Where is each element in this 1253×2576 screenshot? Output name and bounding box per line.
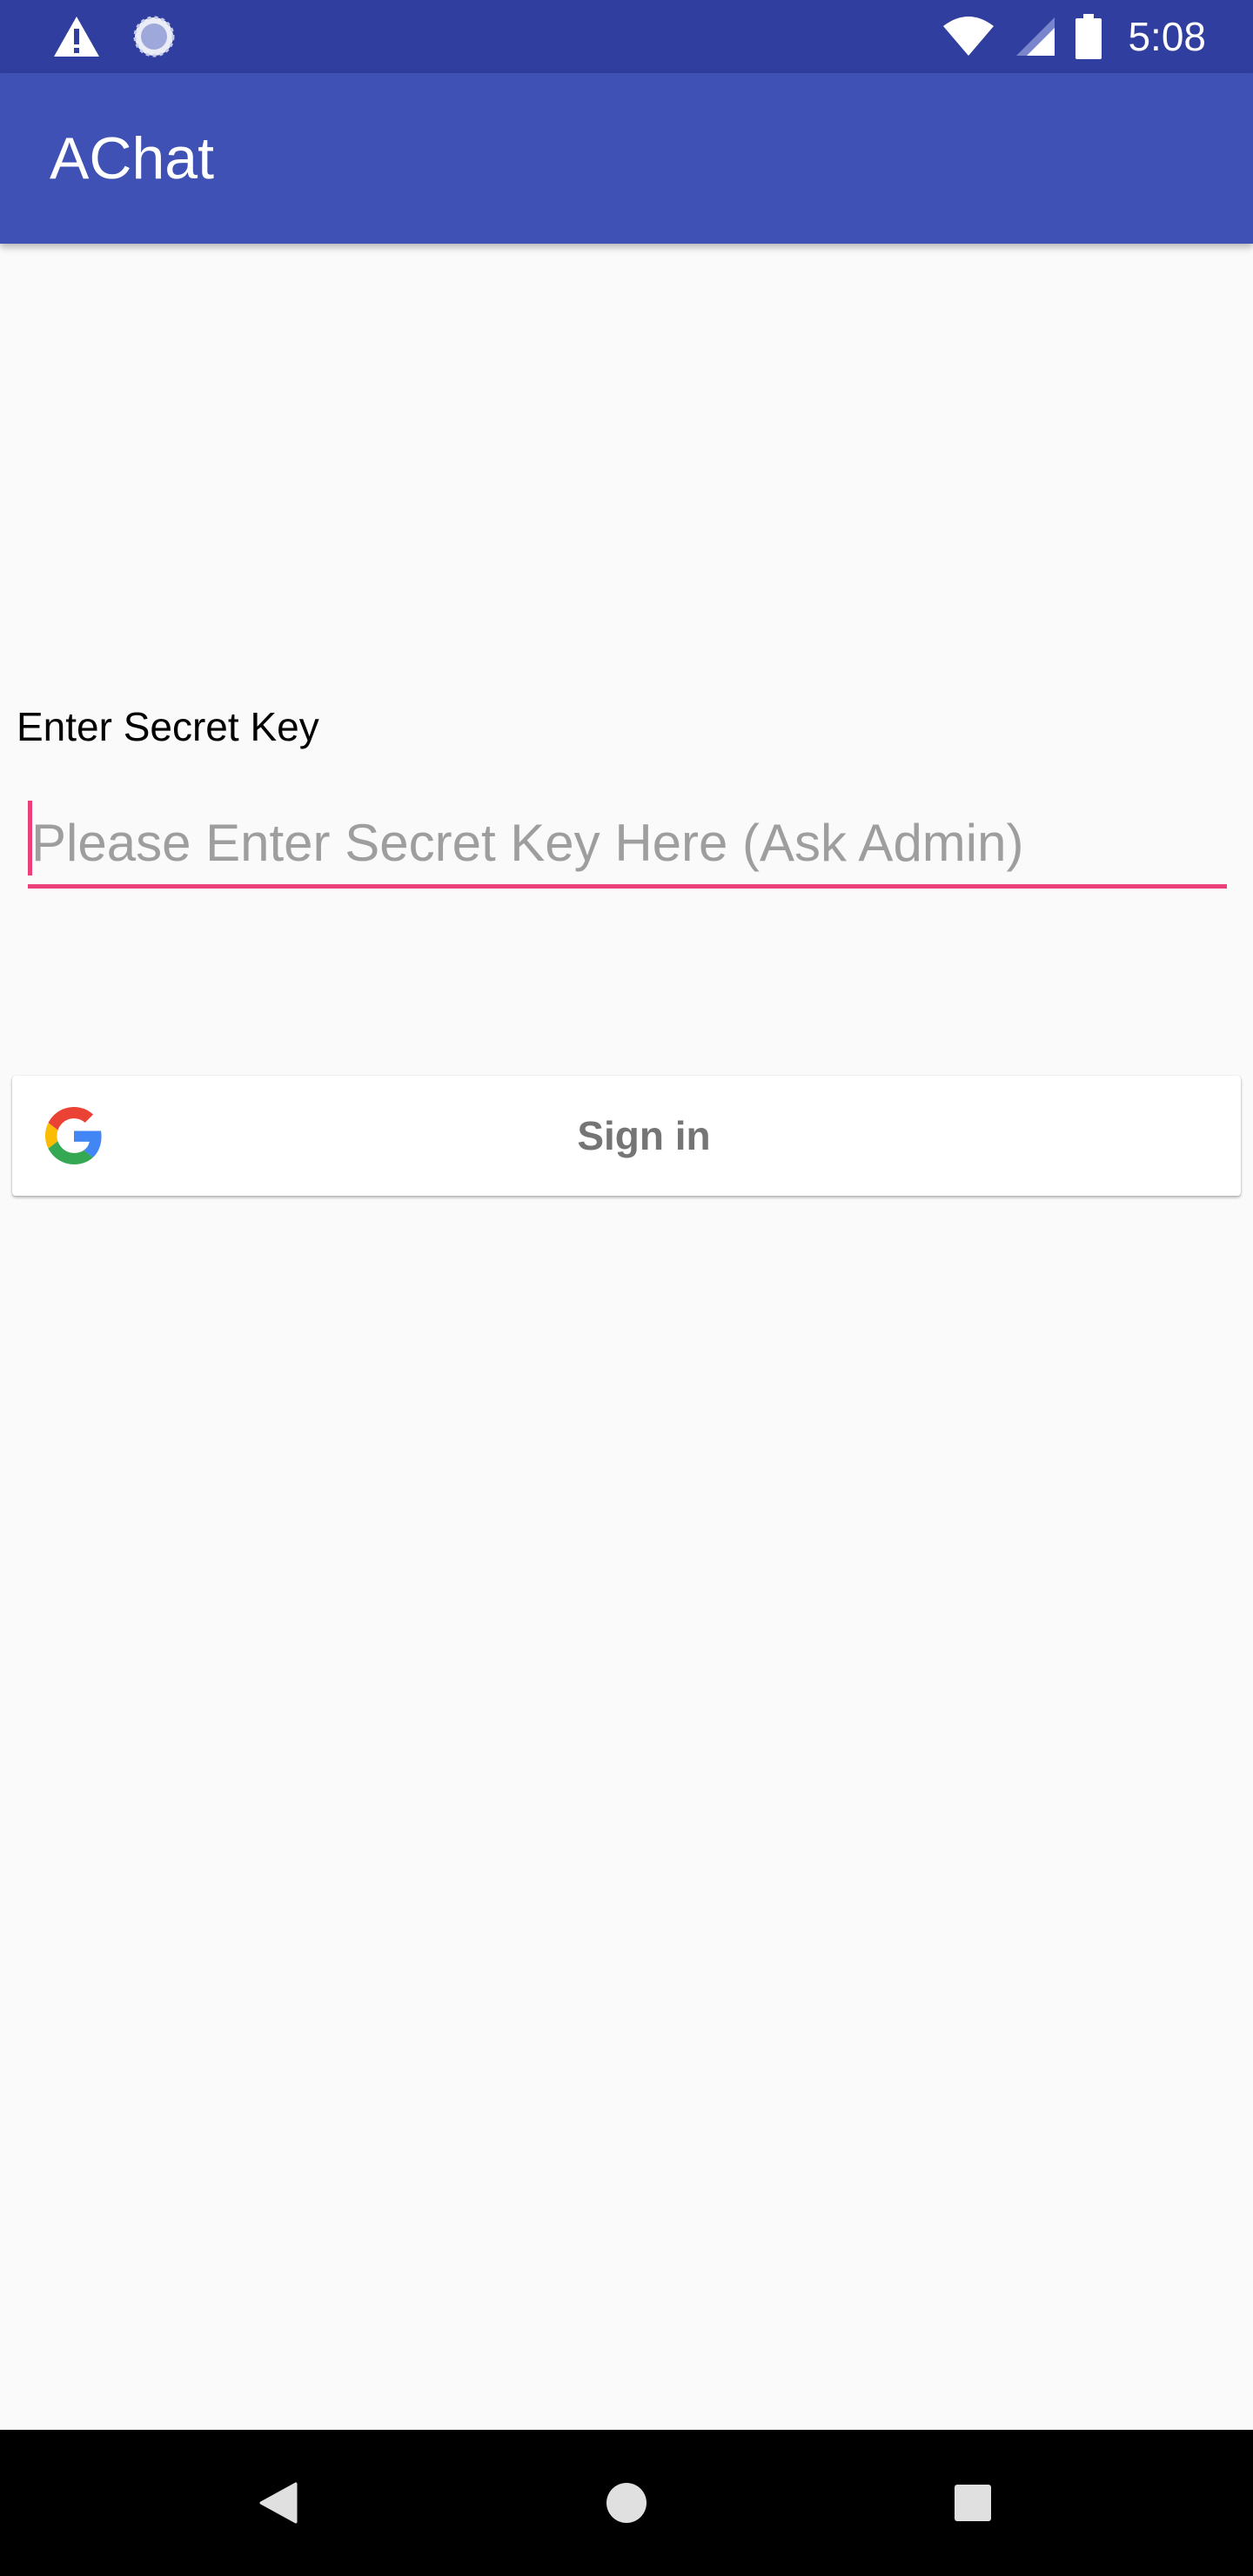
home-button[interactable] bbox=[592, 2468, 661, 2538]
back-icon bbox=[259, 2482, 298, 2524]
google-signin-button[interactable]: Sign in bbox=[12, 1076, 1241, 1196]
app-title: AChat bbox=[50, 125, 214, 191]
status-left-icons bbox=[52, 12, 176, 61]
status-time: 5:08 bbox=[1128, 14, 1206, 59]
secret-key-label: Enter Secret Key bbox=[17, 704, 319, 749]
loading-icon bbox=[132, 15, 176, 58]
recents-button[interactable] bbox=[938, 2468, 1008, 2538]
navigation-bar bbox=[0, 2430, 1253, 2576]
home-icon bbox=[606, 2482, 647, 2524]
wifi-icon bbox=[941, 16, 995, 57]
secret-key-input[interactable] bbox=[28, 801, 1230, 884]
recents-icon bbox=[954, 2484, 992, 2522]
secret-key-field bbox=[28, 801, 1230, 891]
text-cursor bbox=[28, 801, 32, 875]
status-right-icons: 5:08 bbox=[941, 9, 1206, 64]
input-underline bbox=[28, 884, 1227, 889]
app-bar: AChat bbox=[0, 73, 1253, 244]
status-bar: 5:08 bbox=[0, 0, 1253, 73]
warning-icon bbox=[52, 15, 101, 58]
battery-icon bbox=[1075, 14, 1102, 59]
back-button[interactable] bbox=[244, 2468, 313, 2538]
signal-icon bbox=[1015, 16, 1056, 57]
signin-label: Sign in bbox=[577, 1113, 711, 1158]
